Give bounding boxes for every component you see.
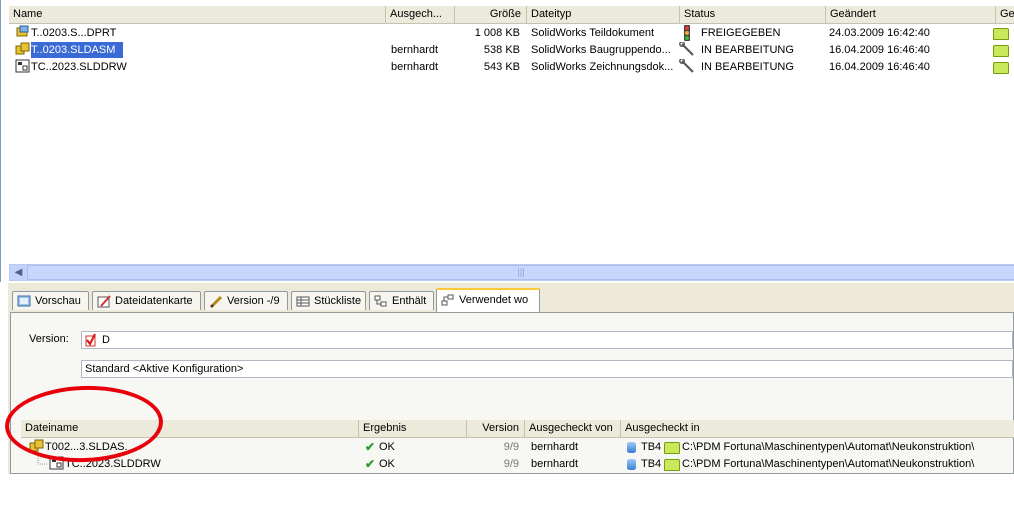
column-header-size[interactable]: Größe: [455, 6, 527, 23]
column-header-status[interactable]: Status: [680, 6, 826, 23]
tab-contains[interactable]: Enthält: [369, 291, 434, 310]
tab-label: Version -/9: [227, 295, 280, 307]
file-modified: 16.04.2009 16:46:40: [829, 44, 930, 56]
horizontal-scrollbar[interactable]: ◀ |||: [9, 264, 1014, 281]
folder-icon: [993, 62, 1009, 74]
file-status: IN BEARBEITUNG: [701, 61, 794, 73]
details-pane: Vorschau Dateidatenkarte Version -/9 Stü…: [8, 283, 1014, 474]
checked-out-path: C:\PDM Fortuna\Maschinentypen\Automat\Ne…: [682, 441, 975, 453]
file-modified: 16.04.2009 16:46:40: [829, 61, 930, 73]
file-list-pane: Name Ausgech... Größe Dateityp Status Ge…: [0, 0, 1014, 282]
checkout-check-icon: [85, 333, 96, 347]
tab-strip: Vorschau Dateidatenkarte Version -/9 Stü…: [8, 283, 1014, 312]
tab-label: Enthält: [392, 295, 427, 307]
tab-where-used[interactable]: Verwendet wo: [436, 288, 540, 312]
file-name: T..0203.S...DPRT: [31, 27, 117, 39]
folder-icon: [993, 28, 1009, 40]
file-type: SolidWorks Baugruppendo...: [531, 44, 671, 56]
tab-label: Verwendet wo: [459, 294, 529, 306]
vault-icon: [627, 439, 639, 455]
scrollbar-thumb[interactable]: |||: [27, 265, 1014, 280]
tab-label: Stückliste: [314, 295, 362, 307]
file-size: 543 KB: [483, 61, 520, 73]
checked-out-by: bernhardt: [391, 44, 439, 56]
file-status: IN BEARBEITUNG: [701, 44, 794, 56]
configuration-value: Standard <Aktive Konfiguration>: [85, 363, 244, 375]
folder-icon: [664, 459, 680, 471]
where-used-header: Dateiname Ergebnis Version Ausgecheckt v…: [21, 420, 1014, 438]
wrench-icon: [679, 42, 697, 58]
checked-out-by: bernhardt: [531, 458, 579, 470]
file-size: 1 008 KB: [474, 27, 520, 39]
vault-name: TB4: [641, 458, 662, 470]
drawing-icon: [15, 59, 31, 75]
traffic-light-icon: [682, 25, 696, 41]
version-select[interactable]: D: [81, 331, 1013, 349]
table-row[interactable]: T002...3.SLDAS. ✔ OK 9/9 bernhardt TB4 C…: [21, 439, 1014, 455]
where-used-panel: Version: D Standard <Aktive Konfiguratio…: [10, 312, 1014, 474]
column-header-modified[interactable]: Geändert: [826, 6, 996, 23]
part-icon: [15, 25, 31, 41]
column-header-checked-out-in[interactable]: Ausgecheckt in: [621, 420, 1014, 437]
file-size: 538 KB: [483, 44, 520, 56]
vault-icon: [627, 456, 639, 472]
result-value: OK: [379, 458, 395, 470]
version-value: 9/9: [503, 458, 519, 470]
table-row[interactable]: T..0203.S...DPRT 1 008 KB SolidWorks Tei…: [9, 25, 1014, 41]
file-type: SolidWorks Teildokument: [531, 27, 655, 39]
tab-datacard[interactable]: Dateidatenkarte: [92, 291, 201, 310]
file-type: SolidWorks Zeichnungsdok...: [531, 61, 674, 73]
tab-label: Vorschau: [35, 295, 81, 307]
folder-icon: [664, 442, 680, 454]
where-used-icon: [441, 294, 455, 314]
checked-out-by: bernhardt: [531, 441, 579, 453]
file-name: TC..2023.SLDDRW: [31, 61, 127, 73]
assembly-icon: [15, 42, 31, 58]
column-header-result[interactable]: Ergebnis: [359, 420, 467, 437]
tab-preview[interactable]: Vorschau: [12, 291, 89, 310]
file-status: FREIGEGEBEN: [701, 27, 781, 39]
column-header-checked-out[interactable]: Ausgech...: [386, 6, 455, 23]
table-row[interactable]: TC..2023.SLDDRW ✔ OK 9/9 bernhardt TB4 C…: [21, 456, 1014, 472]
checked-out-path: C:\PDM Fortuna\Maschinentypen\Automat\Ne…: [682, 458, 975, 470]
column-header-version[interactable]: Version: [467, 420, 525, 437]
version-value: 9/9: [503, 441, 519, 453]
version-value: D: [102, 334, 110, 346]
file-name: T..0203.SLDASM: [31, 42, 123, 58]
ok-check-icon: ✔: [365, 440, 376, 454]
column-header-type[interactable]: Dateityp: [527, 6, 680, 23]
column-header-checked-out-by[interactable]: Ausgecheckt von: [525, 420, 621, 437]
result-value: OK: [379, 441, 395, 453]
scroll-left-icon[interactable]: ◀: [10, 265, 28, 280]
table-row[interactable]: T..0203.SLDASM bernhardt 538 KB SolidWor…: [9, 42, 1014, 58]
folder-icon: [993, 45, 1009, 57]
tab-version[interactable]: Version -/9: [204, 291, 288, 310]
checked-out-by: bernhardt: [391, 61, 439, 73]
version-label: Version:: [29, 333, 69, 345]
tab-label: Dateidatenkarte: [115, 295, 193, 307]
file-list-header: Name Ausgech... Größe Dateityp Status Ge…: [9, 6, 1014, 24]
file-modified: 24.03.2009 16:42:40: [829, 27, 930, 39]
wrench-icon: [679, 59, 697, 75]
checked-out-by: [391, 25, 455, 41]
configuration-select[interactable]: Standard <Aktive Konfiguration>: [81, 360, 1013, 378]
table-row[interactable]: TC..2023.SLDDRW bernhardt 543 KB SolidWo…: [9, 59, 1014, 75]
tab-bom[interactable]: Stückliste: [291, 291, 366, 310]
column-header-extra[interactable]: Gel: [996, 6, 1014, 23]
vault-name: TB4: [641, 441, 662, 453]
ok-check-icon: ✔: [365, 457, 376, 471]
column-header-name[interactable]: Name: [9, 6, 386, 23]
